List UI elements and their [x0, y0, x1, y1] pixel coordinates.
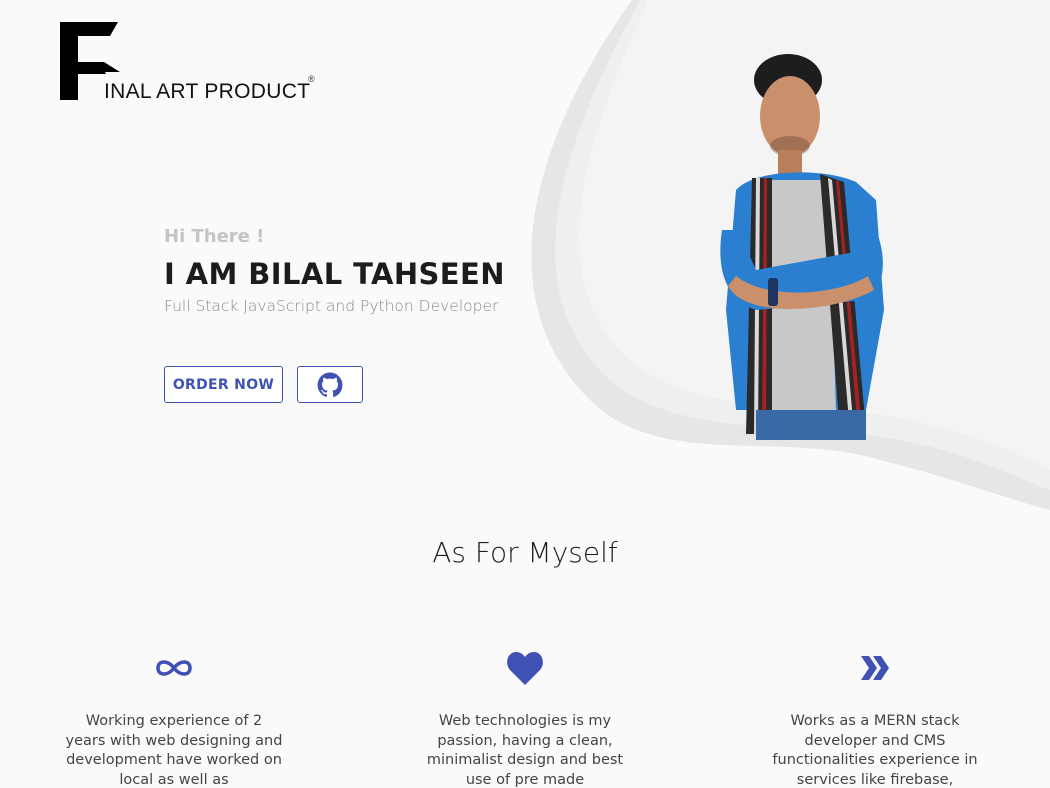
feature-experience-text: Working experience of 2 years with web d…	[65, 713, 283, 788]
github-button[interactable]	[297, 366, 363, 403]
brand-logo[interactable]: INAL ART PRODUCT ®	[60, 22, 330, 103]
hero-role: Full Stack JavaScript and Python Develop…	[164, 297, 499, 315]
heart-icon	[507, 652, 543, 685]
hero-name: I AM BILAL TAHSEEN	[164, 257, 505, 291]
double-chevron-right-icon	[861, 656, 889, 680]
feature-stack: Works as a MERN stack developer and CMS …	[765, 648, 985, 788]
registered-mark: ®	[308, 74, 315, 84]
order-now-button[interactable]: ORDER NOW	[164, 366, 283, 403]
logo-text: INAL ART PRODUCT	[104, 80, 311, 103]
feature-experience: Working experience of 2 years with web d…	[64, 648, 284, 788]
github-icon	[317, 372, 343, 397]
page: INAL ART PRODUCT ® Hi There ! I AM BILAL…	[0, 0, 1050, 788]
hero-greeting: Hi There !	[164, 226, 265, 247]
profile-portrait	[720, 54, 884, 440]
section-title: As For Myself	[432, 536, 618, 569]
infinity-icon	[156, 660, 192, 676]
hero-actions: ORDER NOW	[164, 366, 363, 403]
feature-passion: Web technologies is my passion, having a…	[415, 648, 635, 788]
feature-stack-text: Works as a MERN stack developer and CMS …	[772, 713, 978, 788]
feature-passion-text: Web technologies is my passion, having a…	[426, 713, 624, 788]
hero-text: Hi There ! I AM BILAL TAHSEEN Full Stack…	[164, 226, 544, 315]
